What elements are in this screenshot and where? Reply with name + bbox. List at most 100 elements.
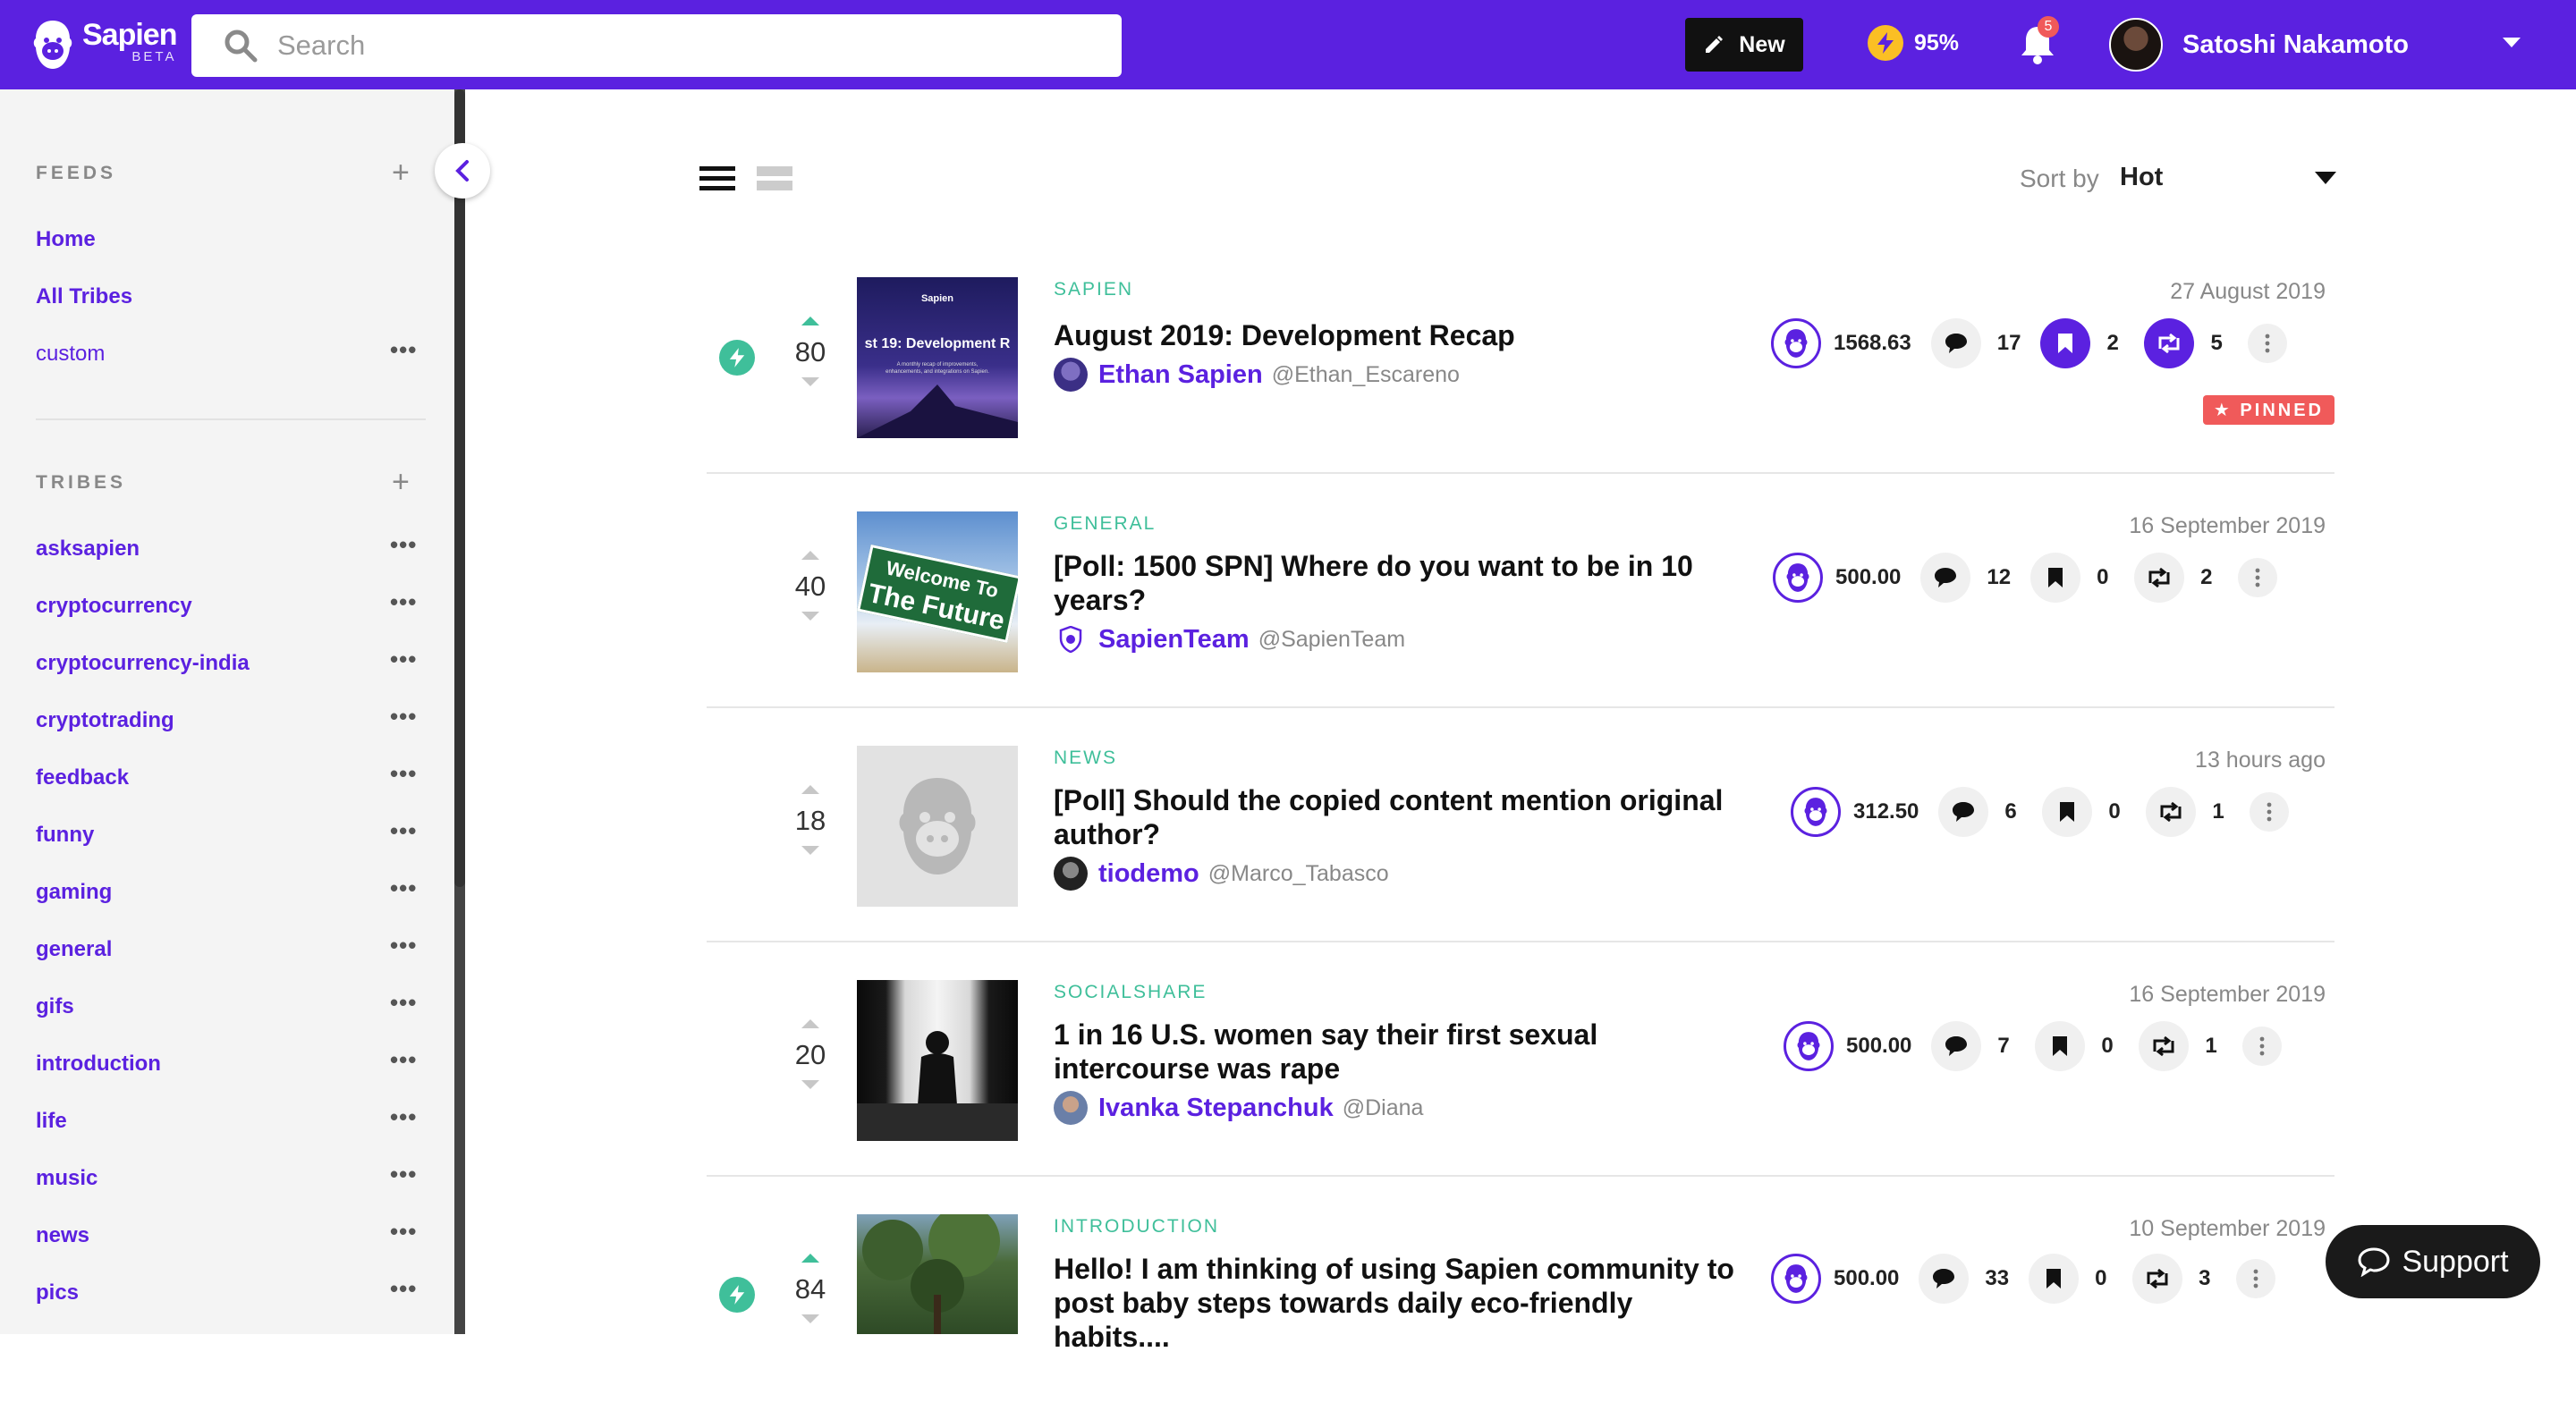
comment-icon[interactable] (1919, 1254, 1970, 1304)
post-row[interactable]: 20 SOCIALSHARE 1 in 16 U.S. women say th… (707, 942, 2334, 1177)
repost-icon[interactable] (2134, 553, 2185, 603)
post-title[interactable]: Hello! I am thinking of using Sapien com… (1054, 1252, 1751, 1354)
spn-gorilla-icon[interactable] (1773, 553, 1823, 603)
spn-gorilla-icon[interactable] (1771, 318, 1821, 368)
sidebar-feed-all-tribes[interactable]: All Tribes (36, 284, 132, 309)
new-post-button[interactable]: New (1685, 18, 1803, 72)
sort-dropdown-icon[interactable] (2315, 172, 2336, 184)
repost-icon[interactable] (2144, 318, 2195, 368)
more-vertical-icon[interactable] (2238, 558, 2278, 597)
sidebar-tribe-item[interactable]: cryptocurrency (36, 594, 192, 619)
post-author[interactable]: Ethan Sapien @Ethan_Escareno (1054, 358, 1460, 392)
spn-gorilla-icon[interactable] (1771, 1254, 1821, 1304)
sidebar-tribe-item[interactable]: gaming (36, 880, 112, 905)
more-vertical-icon[interactable] (2242, 1027, 2283, 1066)
post-tribe[interactable]: GENERAL (1054, 513, 1156, 535)
post-thumbnail[interactable]: Welcome To The Future (857, 511, 1018, 672)
more-icon[interactable]: ••• (390, 646, 417, 673)
bookmark-icon[interactable] (2030, 553, 2081, 603)
energy-meter[interactable]: 95% (1868, 25, 1959, 61)
author-name[interactable]: Ivanka Stepanchuk (1098, 1094, 1334, 1123)
sidebar-tribe-item[interactable]: introduction (36, 1052, 161, 1077)
upvote-icon[interactable] (801, 1019, 819, 1028)
post-tribe[interactable]: SAPIEN (1054, 279, 1133, 300)
post-row[interactable]: 84 INTRODUCTION Hello! I am thinking of … (707, 1177, 2334, 1411)
post-row[interactable]: 40 Welcome To The Future GENERAL [Poll: … (707, 474, 2334, 708)
post-tribe[interactable]: NEWS (1054, 748, 1117, 769)
author-name[interactable]: tiodemo (1098, 859, 1199, 889)
comment-icon[interactable] (1938, 787, 1989, 837)
comment-icon[interactable] (1930, 318, 1981, 368)
bookmark-icon[interactable] (2040, 318, 2091, 368)
comment-icon[interactable] (1931, 1021, 1982, 1071)
more-icon[interactable]: ••• (390, 1218, 417, 1246)
bookmark-icon[interactable] (2042, 787, 2093, 837)
more-icon[interactable]: ••• (390, 588, 417, 616)
more-vertical-icon[interactable] (2250, 792, 2290, 832)
more-icon[interactable]: ••• (390, 703, 417, 731)
search-bar[interactable] (191, 14, 1122, 77)
more-icon[interactable]: ••• (390, 336, 417, 364)
spn-gorilla-icon[interactable] (1784, 1021, 1834, 1071)
more-icon[interactable]: ••• (390, 874, 417, 902)
more-icon[interactable]: ••• (390, 932, 417, 959)
sidebar-tribe-item[interactable]: general (36, 937, 112, 962)
sidebar-feed-home[interactable]: Home (36, 227, 96, 252)
more-icon[interactable]: ••• (390, 1046, 417, 1074)
post-author[interactable]: tiodemo @Marco_Tabasco (1054, 857, 1389, 891)
post-thumbnail[interactable] (857, 980, 1018, 1141)
post-author[interactable]: Ivanka Stepanchuk @Diana (1054, 1091, 1423, 1125)
add-tribe-icon[interactable]: + (392, 467, 410, 497)
sidebar-tribe-item[interactable]: music (36, 1166, 97, 1191)
sidebar-tribe-item[interactable]: news (36, 1223, 89, 1248)
comment-icon[interactable] (1920, 553, 1971, 603)
profile-dropdown-icon[interactable] (2503, 38, 2521, 47)
more-vertical-icon[interactable] (2236, 1259, 2276, 1298)
upvote-icon[interactable] (801, 317, 819, 325)
upvote-icon[interactable] (801, 1254, 819, 1263)
sidebar-tribe-item[interactable]: funny (36, 823, 94, 848)
repost-icon[interactable] (2139, 1021, 2190, 1071)
post-row[interactable]: 80 Sapien st 19: Development R A monthly… (707, 240, 2334, 474)
bookmark-icon[interactable] (2035, 1021, 2086, 1071)
post-title[interactable]: [Poll: 1500 SPN] Where do you want to be… (1054, 549, 1751, 617)
sort-select[interactable]: Hot (2120, 163, 2163, 192)
post-title[interactable]: 1 in 16 U.S. women say their first sexua… (1054, 1018, 1751, 1086)
sidebar-tribe-item[interactable]: cryptocurrency-india (36, 651, 250, 676)
sidebar-tribe-item[interactable]: life (36, 1109, 67, 1134)
post-tribe[interactable]: SOCIALSHARE (1054, 982, 1207, 1003)
sidebar-tribe-item[interactable]: feedback (36, 765, 129, 790)
search-input[interactable] (277, 30, 1082, 62)
post-thumbnail[interactable]: Sapien st 19: Development R A monthly re… (857, 277, 1018, 438)
sidebar-tribe-item[interactable]: asksapien (36, 537, 140, 562)
card-view-icon[interactable] (757, 165, 792, 193)
downvote-icon[interactable] (801, 1314, 819, 1323)
repost-icon[interactable] (2132, 1254, 2183, 1304)
downvote-icon[interactable] (801, 846, 819, 855)
downvote-icon[interactable] (801, 1080, 819, 1089)
more-icon[interactable]: ••• (390, 817, 417, 845)
upvote-icon[interactable] (801, 785, 819, 794)
more-icon[interactable]: ••• (390, 1161, 417, 1188)
post-row[interactable]: 18 NEWS [Poll] Should the copied content… (707, 708, 2334, 942)
post-tribe[interactable]: INTRODUCTION (1054, 1216, 1219, 1238)
sidebar-feed-custom[interactable]: custom (36, 342, 105, 367)
post-title[interactable]: [Poll] Should the copied content mention… (1054, 783, 1751, 851)
sidebar-tribe-item[interactable]: pics (36, 1280, 79, 1305)
more-icon[interactable]: ••• (390, 760, 417, 788)
post-author[interactable]: SapienTeam @SapienTeam (1054, 622, 1405, 656)
upvote-icon[interactable] (801, 551, 819, 560)
support-button[interactable]: Support (2326, 1225, 2540, 1298)
add-feed-icon[interactable]: + (392, 157, 410, 188)
sapien-logo[interactable]: Sapien BETA (32, 16, 177, 73)
more-icon[interactable]: ••• (390, 531, 417, 559)
sidebar-scrollbar[interactable] (454, 89, 465, 887)
bookmark-icon[interactable] (2029, 1254, 2080, 1304)
sidebar-tribe-item[interactable]: gifs (36, 994, 74, 1019)
more-icon[interactable]: ••• (390, 1103, 417, 1131)
downvote-icon[interactable] (801, 377, 819, 386)
author-name[interactable]: SapienTeam (1098, 625, 1250, 655)
user-profile[interactable]: Satoshi Nakamoto (2109, 18, 2409, 72)
more-vertical-icon[interactable] (2248, 324, 2288, 363)
post-thumbnail[interactable] (857, 1214, 1018, 1334)
